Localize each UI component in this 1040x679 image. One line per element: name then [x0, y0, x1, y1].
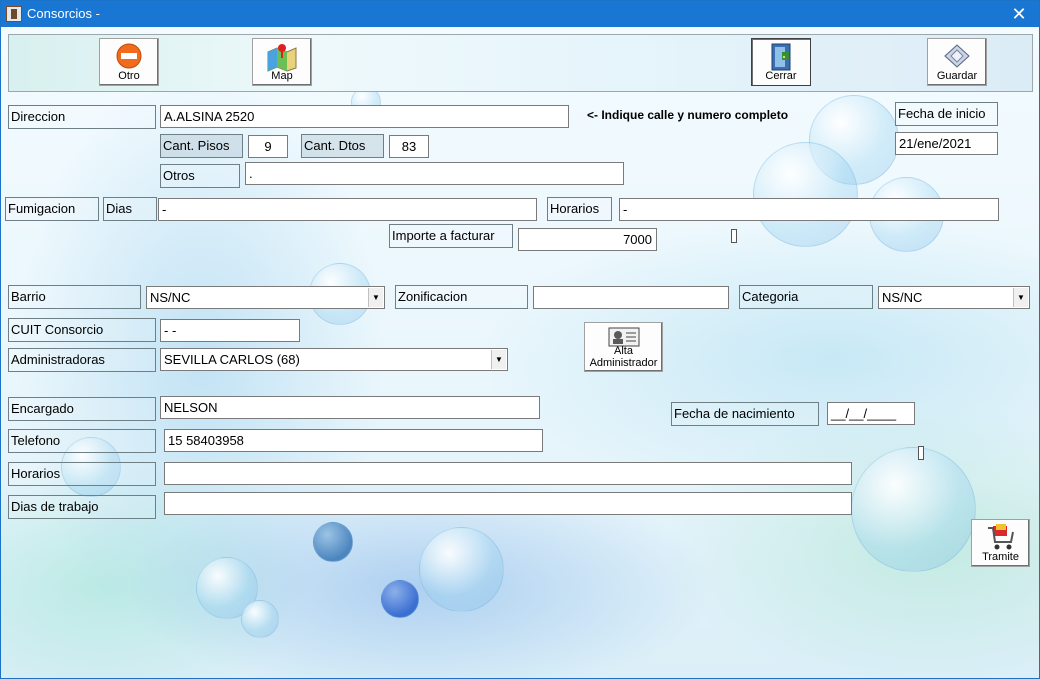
map-icon [267, 44, 297, 72]
barrio-label: Barrio [8, 285, 141, 309]
chevron-down-icon[interactable]: ▼ [491, 350, 506, 369]
fumigacion-label: Fumigacion [5, 197, 99, 221]
dias-trabajo-input[interactable] [164, 492, 852, 515]
dias-trabajo-label: Dias de trabajo [8, 495, 156, 519]
cant-dtos-label: Cant. Dtos [301, 134, 384, 158]
otro-button[interactable]: Otro [99, 38, 159, 86]
title-bar: Consorcios - ✕ [1, 1, 1039, 27]
alta-administrador-label: Alta Administrador [585, 345, 662, 369]
otro-label: Otro [118, 70, 140, 82]
decorative-bubble [851, 447, 976, 572]
administradoras-select[interactable]: SEVILLA CARLOS (68) ▼ [160, 348, 508, 371]
decorative-bubble [381, 580, 419, 618]
cuit-input[interactable]: - - [160, 319, 300, 342]
guardar-label: Guardar [936, 70, 978, 82]
fecha-nacimiento-input[interactable]: __/__/____ [827, 402, 915, 425]
chevron-down-icon[interactable]: ▼ [1013, 288, 1028, 307]
fecha-nacimiento-label: Fecha de nacimiento [671, 402, 819, 426]
encargado-input[interactable]: NELSON [160, 396, 540, 419]
small-checkbox[interactable] [918, 446, 924, 460]
cerrar-label: Cerrar [765, 70, 797, 82]
tramite-button[interactable]: Tramite [971, 519, 1030, 567]
dias-fumigacion-label: Dias [103, 197, 157, 221]
barrio-select[interactable]: NS/NC ▼ [146, 286, 385, 309]
horarios-fumigacion-input[interactable]: - [619, 198, 999, 221]
fecha-inicio-input[interactable]: 21/ene/2021 [895, 132, 998, 155]
cant-dtos-input[interactable]: 83 [389, 135, 429, 158]
decorative-bubble [241, 600, 279, 638]
cant-pisos-label: Cant. Pisos [160, 134, 243, 158]
alta-label-line1: Alta [614, 345, 633, 357]
dias-fumigacion-input[interactable]: - [158, 198, 537, 221]
horarios-fumigacion-label: Horarios [547, 197, 612, 221]
alta-label-line2: Administrador [589, 357, 658, 369]
cerrar-button[interactable]: Cerrar [751, 38, 811, 86]
cuit-label: CUIT Consorcio [8, 318, 156, 342]
importe-input[interactable]: 7000 [518, 228, 657, 251]
map-label: Map [271, 70, 293, 82]
otros-input[interactable]: . [245, 162, 624, 185]
barrio-value: NS/NC [150, 290, 191, 305]
fecha-inicio-label: Fecha de inicio [895, 102, 998, 126]
alta-administrador-button[interactable]: Alta Administrador [584, 322, 663, 372]
exit-door-icon [771, 43, 791, 71]
direccion-input[interactable]: A.ALSINA 2520 [160, 105, 569, 128]
horarios-label: Horarios [8, 462, 156, 486]
horarios-input[interactable] [164, 462, 852, 485]
decorative-bubble [419, 527, 504, 612]
importe-label: Importe a facturar [389, 224, 513, 248]
consorcios-window: Consorcios - ✕ Otro Map Cerrar Guardar D… [0, 0, 1040, 679]
zonificacion-input[interactable] [533, 286, 729, 309]
categoria-label: Categoria [739, 285, 873, 309]
toolbar: Otro Map Cerrar Guardar [8, 34, 1033, 92]
no-entry-icon [116, 43, 142, 69]
close-window-button[interactable]: ✕ [999, 1, 1039, 27]
form-client-area: Otro Map Cerrar Guardar Direccion A.ALSI… [1, 27, 1039, 678]
map-button[interactable]: Map [252, 38, 312, 86]
save-disk-icon [944, 44, 970, 68]
chevron-down-icon[interactable]: ▼ [368, 288, 383, 307]
window-title: Consorcios - [27, 6, 100, 21]
telefono-label: Telefono [8, 429, 156, 453]
direccion-label: Direccion [8, 105, 156, 129]
app-icon [6, 6, 22, 22]
categoria-value: NS/NC [882, 290, 923, 305]
cant-pisos-input[interactable]: 9 [248, 135, 288, 158]
guardar-button[interactable]: Guardar [927, 38, 987, 86]
encargado-label: Encargado [8, 397, 156, 421]
decorative-bubble [313, 522, 353, 562]
zonificacion-label: Zonificacion [395, 285, 528, 309]
categoria-select[interactable]: NS/NC ▼ [878, 286, 1030, 309]
shopping-cart-icon [987, 524, 1014, 550]
tramite-label: Tramite [982, 551, 1019, 563]
small-checkbox[interactable] [731, 229, 737, 243]
administradoras-value: SEVILLA CARLOS (68) [164, 352, 300, 367]
telefono-input[interactable]: 15 58403958 [164, 429, 543, 452]
decorative-bubble [753, 142, 858, 247]
administradoras-label: Administradoras [8, 348, 156, 372]
direccion-hint: <- Indique calle y numero completo [587, 108, 789, 122]
otros-label: Otros [160, 164, 240, 188]
